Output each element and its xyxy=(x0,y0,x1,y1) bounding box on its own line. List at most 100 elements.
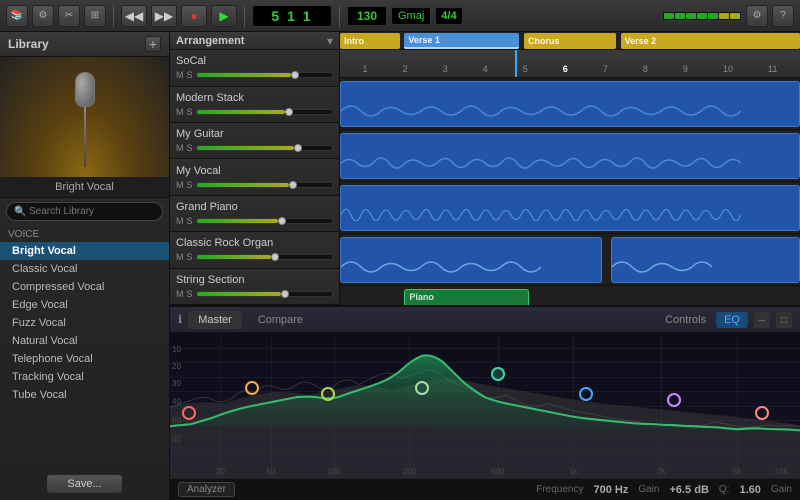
eq-handle-6[interactable] xyxy=(579,387,593,401)
eq-tab-eq[interactable]: EQ xyxy=(716,312,748,328)
mute-icon[interactable]: M xyxy=(176,216,184,226)
help-icon[interactable]: ? xyxy=(772,5,794,27)
track-controls-socal: M S xyxy=(176,70,333,80)
eq-q-value: 1.60 xyxy=(739,484,760,496)
solo-icon[interactable]: S xyxy=(187,180,193,190)
track-clip-vocal1[interactable] xyxy=(340,237,602,283)
track-controls-modern: M S xyxy=(176,107,333,117)
solo-icon[interactable]: S xyxy=(187,252,193,262)
solo-icon[interactable]: S xyxy=(187,70,193,80)
sep3 xyxy=(339,5,340,27)
mute-icon[interactable]: M xyxy=(176,180,184,190)
eq-tab-compare[interactable]: Compare xyxy=(248,311,313,329)
track-clip-guitar[interactable] xyxy=(340,185,800,231)
waveform-vocal2 xyxy=(612,252,712,282)
eq-expand-btn[interactable]: □ xyxy=(776,312,792,328)
eq-right-tabs: Controls EQ xyxy=(657,312,748,328)
voice-item-compressed[interactable]: Compressed Vocal xyxy=(0,278,169,296)
instrument-name: Bright Vocal xyxy=(0,177,169,198)
eq-frequency-value: 700 Hz xyxy=(593,484,628,496)
forward-button[interactable]: ▶▶ xyxy=(151,5,177,27)
fader-strings[interactable] xyxy=(196,291,333,297)
waveform-guitar xyxy=(341,200,741,230)
eq-handle-7[interactable] xyxy=(667,393,681,407)
ruler-mark-1: 1 xyxy=(363,64,368,74)
meter-bar xyxy=(708,13,718,19)
voice-item-telephone[interactable]: Telephone Vocal xyxy=(0,350,169,368)
voice-item-fuzz[interactable]: Fuzz Vocal xyxy=(0,314,169,332)
eq-info-icon: ℹ xyxy=(178,313,182,326)
key-display[interactable]: Gmaj xyxy=(391,7,431,25)
save-button[interactable]: Save... xyxy=(46,474,122,494)
playhead[interactable] xyxy=(515,50,517,77)
voice-item-bright[interactable]: Bright Vocal xyxy=(0,242,169,260)
eq-handle-2[interactable] xyxy=(245,381,259,395)
play-button[interactable]: ▶ xyxy=(211,5,237,27)
section-intro[interactable]: Intro xyxy=(340,33,400,49)
solo-icon[interactable]: S xyxy=(187,289,193,299)
voice-item-classic[interactable]: Classic Vocal xyxy=(0,260,169,278)
ruler: 1 2 3 4 5 6 7 8 9 10 11 xyxy=(340,50,800,78)
eq-panel: ℹ Master Compare Controls EQ ─ □ xyxy=(170,305,800,500)
mute-icon[interactable]: M xyxy=(176,143,184,153)
editor-icon[interactable]: ✂ xyxy=(58,5,80,27)
ruler-mark-9: 9 xyxy=(683,64,688,74)
section-verse2[interactable]: Verse 2 xyxy=(621,33,800,49)
track-clip-socal[interactable] xyxy=(340,81,800,127)
voice-item-tracking[interactable]: Tracking Vocal xyxy=(0,368,169,386)
fader-socal[interactable] xyxy=(196,72,333,78)
solo-icon[interactable]: S xyxy=(187,216,193,226)
fader-organ[interactable] xyxy=(196,254,333,260)
eq-minimize-btn[interactable]: ─ xyxy=(754,312,770,328)
fader-vocal[interactable] xyxy=(196,182,333,188)
fader-guitar[interactable] xyxy=(196,145,333,151)
solo-icon[interactable]: S xyxy=(187,107,193,117)
eq-handle-3[interactable] xyxy=(321,387,335,401)
eq-graph[interactable]: 10 20 30 40 50 60 20 50 100 200 500 1k 2… xyxy=(170,333,800,478)
voice-item-natural[interactable]: Natural Vocal xyxy=(0,332,169,350)
mixer-icon[interactable]: ⊞ xyxy=(84,5,106,27)
eq-tab-master[interactable]: Master xyxy=(188,311,242,329)
section-verse1[interactable]: Verse 1 xyxy=(404,33,519,49)
analyzer-button[interactable]: Analyzer xyxy=(178,482,235,497)
meter-bar xyxy=(675,13,685,19)
search-input[interactable] xyxy=(6,202,163,221)
voice-item-edge[interactable]: Edge Vocal xyxy=(0,296,169,314)
eq-gain2-label: Gain xyxy=(771,484,792,495)
tracks-area: Arrangement ▾ SoCal M S xyxy=(170,32,800,305)
eq-handle-1[interactable] xyxy=(182,406,196,420)
eq-handle-8[interactable] xyxy=(755,406,769,420)
solo-icon[interactable]: S xyxy=(187,143,193,153)
ruler-mark-5: 5 xyxy=(523,64,528,74)
voice-list: Bright Vocal Classic Vocal Compressed Vo… xyxy=(0,242,169,468)
record-button[interactable]: ● xyxy=(181,5,207,27)
eq-tab-controls[interactable]: Controls xyxy=(657,312,714,328)
smart-controls-icon[interactable]: ⚙ xyxy=(32,5,54,27)
library-icon[interactable]: 📚 xyxy=(6,5,28,27)
eq-gain-value: +6.5 dB xyxy=(669,484,708,496)
meter-bar-yellow xyxy=(730,13,740,19)
time-sig-display[interactable]: 4/4 xyxy=(435,7,462,25)
waveform-modern xyxy=(341,148,741,178)
track-header-piano: Grand Piano M S xyxy=(170,196,339,232)
collapse-icon[interactable]: ▾ xyxy=(327,34,333,48)
rewind-button[interactable]: ◀◀ xyxy=(121,5,147,27)
fader-piano[interactable] xyxy=(196,218,333,224)
eq-handle-5[interactable] xyxy=(491,367,505,381)
section-chorus[interactable]: Chorus xyxy=(524,33,616,49)
settings-icon[interactable]: ⚙ xyxy=(746,5,768,27)
voice-item-tube[interactable]: Tube Vocal xyxy=(0,386,169,404)
track-clip-piano[interactable]: Piano xyxy=(404,289,528,305)
track-clip-modern[interactable] xyxy=(340,133,800,179)
mute-icon[interactable]: M xyxy=(176,70,184,80)
bpm-display[interactable]: 130 xyxy=(347,6,387,26)
sep2 xyxy=(244,5,245,27)
eq-handle-4[interactable] xyxy=(415,381,429,395)
track-header-strings: String Section M S xyxy=(170,269,339,305)
mute-icon[interactable]: M xyxy=(176,252,184,262)
add-button[interactable]: + xyxy=(145,36,161,52)
mute-icon[interactable]: M xyxy=(176,107,184,117)
mute-icon[interactable]: M xyxy=(176,289,184,299)
track-clip-vocal2[interactable] xyxy=(611,237,800,283)
fader-modern[interactable] xyxy=(196,109,333,115)
